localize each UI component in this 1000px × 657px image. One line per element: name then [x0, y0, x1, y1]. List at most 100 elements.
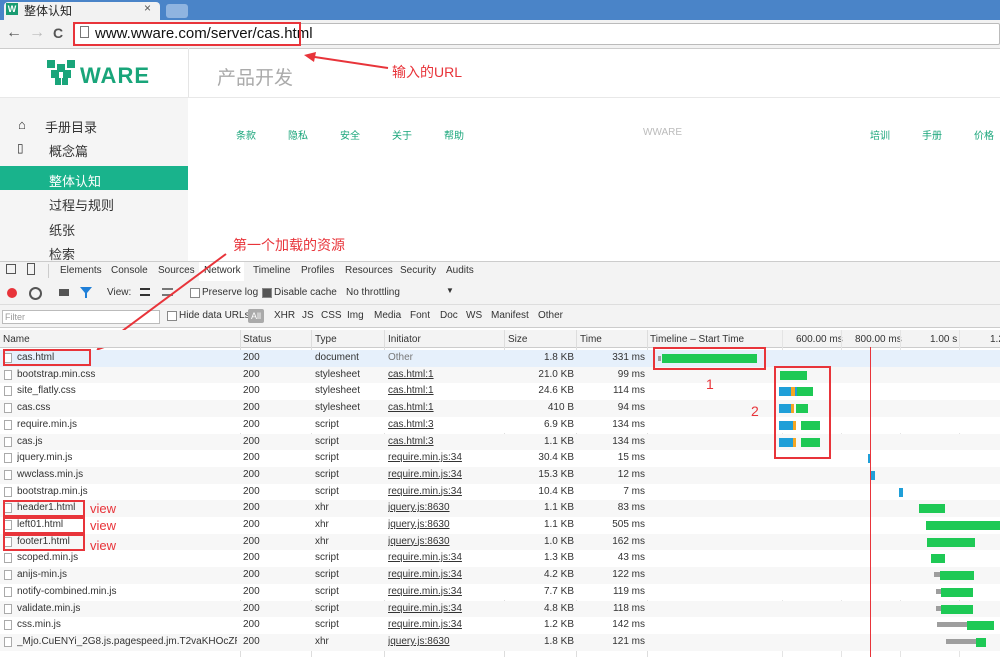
cell-type: script — [315, 435, 339, 447]
filter-type-manifest[interactable]: Manifest — [491, 310, 529, 321]
filter-type-font[interactable]: Font — [410, 310, 430, 321]
topnav-about[interactable]: 关于 — [392, 127, 412, 142]
waterfall-bar[interactable] — [871, 470, 875, 480]
cell-initiator[interactable]: require.min.js:34 — [388, 569, 462, 580]
cell-size: 15.3 KB — [538, 468, 574, 480]
cell-initiator[interactable]: cas.html:1 — [388, 369, 434, 380]
cell-status: 200 — [243, 452, 260, 464]
cell-initiator[interactable]: require.min.js:34 — [388, 486, 462, 497]
disable-cache-checkbox[interactable] — [262, 288, 272, 298]
sidebar-item-concepts[interactable]: 概念篇 — [49, 141, 88, 160]
waterfall-bar[interactable] — [941, 604, 973, 614]
cell-name: cas.css — [17, 402, 51, 414]
waterfall-bar[interactable] — [926, 521, 1000, 530]
new-tab-button[interactable] — [166, 4, 188, 18]
cell-size: 4.8 KB — [543, 602, 574, 614]
cell-initiator[interactable]: require.min.js:34 — [388, 586, 462, 597]
cell-initiator[interactable]: require.min.js:34 — [388, 469, 462, 480]
inspect-element-icon[interactable] — [6, 264, 16, 274]
cell-initiator[interactable]: jquery.js:8630 — [388, 536, 450, 547]
cell-initiator[interactable]: require.min.js:34 — [388, 603, 462, 614]
waterfall-bar[interactable] — [927, 537, 975, 547]
forward-icon[interactable]: → — [29, 24, 45, 42]
waterfall-bar[interactable] — [919, 504, 945, 514]
cell-initiator[interactable]: jquery.js:8630 — [388, 502, 450, 513]
col-type[interactable]: Type — [315, 334, 337, 345]
waterfall-bar[interactable] — [946, 638, 976, 644]
topnav-help[interactable]: 帮助 — [444, 127, 464, 142]
product-title: 产品开发 — [217, 68, 294, 89]
cell-initiator[interactable]: require.min.js:34 — [388, 619, 462, 630]
file-icon — [4, 570, 12, 581]
annotation-header-box — [3, 500, 85, 517]
cell-time: 122 ms — [612, 569, 645, 581]
waterfall-bar[interactable] — [967, 621, 994, 631]
filter-type-doc[interactable]: Doc — [440, 310, 458, 321]
tab-profiles[interactable]: Profiles — [301, 265, 334, 276]
cell-initiator[interactable]: require.min.js:34 — [388, 452, 462, 463]
sidebar-item-overview[interactable]: 整体认知 — [49, 171, 101, 190]
cell-initiator[interactable]: cas.html:3 — [388, 436, 434, 447]
reload-icon[interactable]: C — [53, 24, 63, 42]
filter-type-css[interactable]: CSS — [321, 310, 342, 321]
waterfall-bar[interactable] — [976, 637, 986, 647]
cell-size: 24.6 KB — [538, 385, 574, 397]
tick-600ms: 600.00 ms — [796, 334, 843, 345]
cell-status: 200 — [243, 435, 260, 447]
record-icon[interactable] — [7, 288, 17, 298]
cell-initiator[interactable]: cas.html:1 — [388, 402, 434, 413]
waterfall-bar[interactable] — [931, 554, 945, 564]
filter-type-other[interactable]: Other — [538, 310, 563, 321]
filter-type-media[interactable]: Media — [374, 310, 401, 321]
waterfall-bar[interactable] — [937, 622, 967, 628]
topnav-terms[interactable]: 条款 — [236, 127, 256, 142]
cell-size: 1.2 KB — [543, 619, 574, 631]
cell-time: 121 ms — [612, 635, 645, 647]
col-time[interactable]: Time — [580, 334, 602, 345]
col-status[interactable]: Status — [243, 334, 271, 345]
filter-type-xhr[interactable]: XHR — [274, 310, 295, 321]
tab-close-icon[interactable]: × — [144, 1, 151, 15]
waterfall-bar[interactable] — [941, 587, 973, 597]
cell-initiator[interactable]: cas.html:1 — [388, 385, 434, 396]
cell-initiator[interactable]: require.min.js:34 — [388, 552, 462, 563]
back-icon[interactable]: ← — [6, 24, 22, 42]
sidebar-item-paper[interactable]: 纸张 — [49, 220, 75, 239]
cell-initiator[interactable]: cas.html:3 — [388, 419, 434, 430]
filter-type-img[interactable]: Img — [347, 310, 364, 321]
sidebar-item-process[interactable]: 过程与规则 — [49, 195, 114, 214]
filter-type-js[interactable]: JS — [302, 310, 314, 321]
filter-type-all[interactable]: All — [248, 309, 264, 323]
tab-timeline[interactable]: Timeline — [253, 265, 290, 276]
cell-type: stylesheet — [315, 402, 361, 414]
waterfall-bar[interactable] — [899, 487, 903, 497]
topnav-privacy[interactable]: 隐私 — [288, 127, 308, 142]
cell-initiator[interactable]: jquery.js:8630 — [388, 636, 450, 647]
chevron-down-icon[interactable]: ▼ — [446, 286, 454, 295]
waterfall-bar[interactable] — [940, 571, 974, 581]
topnav-manual[interactable]: 手册 — [922, 127, 942, 142]
cell-size: 21.0 KB — [538, 368, 574, 380]
annotation-timeline-box-2 — [774, 366, 831, 459]
annotation-timeline-box-1 — [653, 347, 766, 370]
site-logo-text[interactable]: WARE — [80, 63, 150, 89]
throttling-select[interactable]: No throttling — [346, 287, 400, 298]
capture-screenshots-icon[interactable] — [59, 289, 69, 296]
topnav-security[interactable]: 安全 — [340, 127, 360, 142]
filter-type-ws[interactable]: WS — [466, 310, 482, 321]
cell-type: script — [315, 569, 339, 581]
tab-resources[interactable]: Resources — [345, 265, 393, 276]
book-icon: ▯ — [17, 141, 24, 155]
col-name[interactable]: Name — [3, 334, 30, 345]
topnav-price[interactable]: 价格 — [974, 127, 994, 142]
clear-icon[interactable] — [29, 287, 42, 300]
topnav-training[interactable]: 培训 — [870, 127, 890, 142]
col-timeline[interactable]: Timeline – Start Time — [650, 334, 744, 345]
sidebar-item-manual[interactable]: 手册目录 — [45, 117, 97, 136]
col-size[interactable]: Size — [508, 334, 527, 345]
col-initiator[interactable]: Initiator — [388, 334, 421, 345]
tab-audits[interactable]: Audits — [446, 265, 474, 276]
tab-security[interactable]: Security — [400, 265, 436, 276]
cell-initiator[interactable]: jquery.js:8630 — [388, 519, 450, 530]
device-mode-icon[interactable] — [27, 263, 35, 275]
